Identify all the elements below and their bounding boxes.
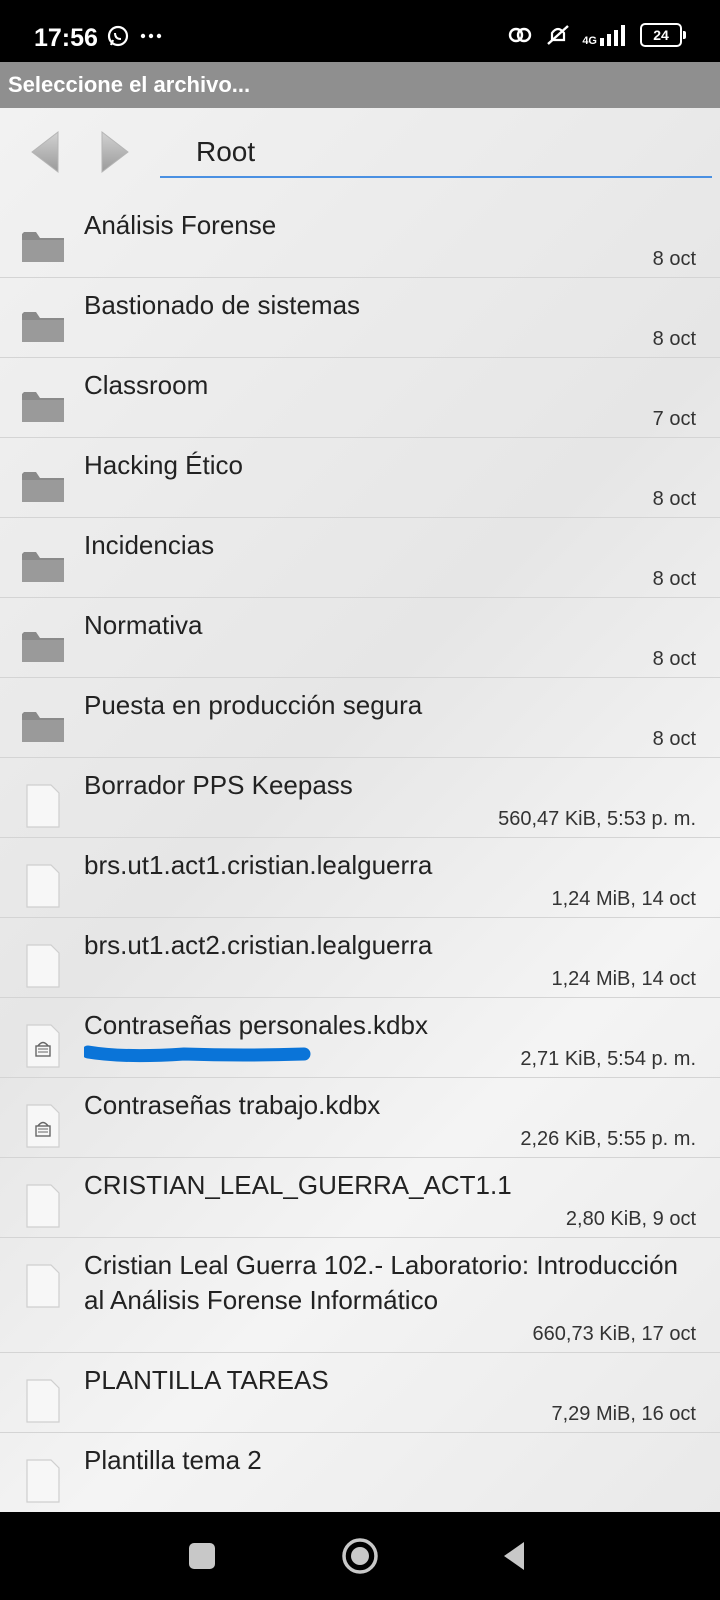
document-icon [26,944,60,988]
file-meta: 8 oct [652,568,696,590]
file-meta: 7,29 MiB, 16 oct [551,1403,696,1425]
file-name: Hacking Ético [84,450,243,480]
file-meta: 8 oct [652,248,696,270]
file-name: brs.ut1.act1.cristian.lealguerra [84,850,433,880]
file-meta: 8 oct [652,728,696,750]
folder-row[interactable]: Hacking Ético 8 oct [0,438,720,518]
dialog-title: Seleccione el archivo... [0,62,720,108]
file-name: Cristian Leal Guerra 102.- Laboratorio: … [84,1250,678,1315]
status-time: 17:56 [34,24,98,52]
battery-level: 24 [653,27,669,43]
folder-icon [20,464,66,508]
network-type-label: 4G [582,35,597,47]
document-icon [26,1264,60,1308]
file-name: Contraseñas trabajo.kdbx [84,1090,381,1120]
mute-icon [547,25,570,45]
system-nav-bar [0,1512,720,1600]
forward-arrow-icon[interactable] [96,128,134,176]
file-name: Plantilla tema 2 [84,1445,262,1475]
link-icon [509,27,532,43]
folder-icon [20,304,66,348]
file-name: Normativa [84,610,203,640]
back-triangle-icon[interactable] [490,1532,538,1580]
folder-icon [20,704,66,748]
file-name: Puesta en producción segura [84,690,423,720]
folder-row[interactable]: Bastionado de sistemas 8 oct [0,278,720,358]
file-meta: 8 oct [652,328,696,350]
folder-icon [20,624,66,668]
document-icon [26,1459,60,1503]
file-name: Borrador PPS Keepass [84,770,353,800]
folder-icon [20,224,66,268]
file-name: Contraseñas personales.kdbx [84,1010,428,1040]
file-row[interactable]: Contraseñas trabajo.kdbx 2,26 KiB, 5:55 p… [0,1078,720,1158]
signal-icon [600,25,625,46]
file-name: CRISTIAN_LEAL_GUERRA_ACT1.1 [84,1170,512,1200]
document-icon [26,1184,60,1228]
network-indicator: 4G [582,24,630,47]
file-row[interactable]: Contraseñas personales.kdbx 2,71 KiB, 5:5… [0,998,720,1078]
status-notification-icons [106,24,162,48]
status-system-icons: 4G 24 [506,22,686,48]
file-meta: 2,80 KiB, 9 oct [565,1208,696,1230]
document-icon [26,864,60,908]
folder-row[interactable]: Análisis Forense 8 oct [0,198,720,278]
file-name: PLANTILLA TAREAS [84,1365,329,1395]
home-circle-icon[interactable] [336,1532,384,1580]
status-bar: 17:56 4G 24 [0,0,720,62]
file-meta: 2,71 KiB, 5:54 p. m. [520,1048,696,1070]
back-arrow-icon[interactable] [26,128,64,176]
file-meta: 1,24 MiB, 14 oct [551,888,696,910]
file-meta: 2,26 KiB, 5:55 p. m. [520,1128,696,1150]
file-meta: 560,47 KiB, 5:53 p. m. [498,808,696,830]
file-row[interactable]: CRISTIAN_LEAL_GUERRA_ACT1.1 2,80 KiB, 9 o… [0,1158,720,1238]
file-row[interactable]: brs.ut1.act2.cristian.lealguerra 1,24 MiB… [0,918,720,998]
folder-row[interactable]: Puesta en producción segura 8 oct [0,678,720,758]
file-row[interactable]: brs.ut1.act1.cristian.lealguerra 1,24 MiB… [0,838,720,918]
file-meta: 8 oct [652,488,696,510]
document-icon [26,1379,60,1423]
file-name: Análisis Forense [84,210,277,240]
file-meta: 1,24 MiB, 14 oct [551,968,696,990]
file-browser: Root Análisis Forense 8 oct Bastionado de … [0,108,720,1512]
file-row[interactable]: Borrador PPS Keepass 560,47 KiB, 5:53 p. … [0,758,720,838]
blue-highlight-underline [84,1045,311,1063]
file-row[interactable]: PLANTILLA TAREAS 7,29 MiB, 16 oct [0,1353,720,1433]
file-name: Bastionado de sistemas [84,290,361,320]
document-icon [26,784,60,828]
browser-toolbar: Root [0,108,720,198]
current-path-field[interactable]: Root [160,126,712,178]
folder-icon [20,544,66,588]
file-meta: 8 oct [652,648,696,670]
file-list: Análisis Forense 8 oct Bastionado de siste… [0,198,720,1512]
folder-row[interactable]: Normativa 8 oct [0,598,720,678]
keepass-database-icon [26,1024,60,1068]
whatsapp-icon [107,25,129,47]
file-meta: 660,73 KiB, 17 oct [532,1323,696,1345]
file-row[interactable]: Plantilla tema 2 [0,1433,720,1512]
keepass-database-icon [26,1104,60,1148]
recents-square-icon[interactable] [178,1532,226,1580]
folder-row[interactable]: Incidencias 8 oct [0,518,720,598]
file-meta: 7 oct [652,408,696,430]
more-icon [140,33,162,39]
file-name: Classroom [84,370,209,400]
folder-row[interactable]: Classroom 7 oct [0,358,720,438]
folder-icon [20,384,66,428]
file-name: Incidencias [84,530,215,560]
battery-icon: 24 [640,23,686,47]
file-row[interactable]: Cristian Leal Guerra 102.- Laboratorio: … [0,1238,720,1353]
file-name: brs.ut1.act2.cristian.lealguerra [84,930,433,960]
